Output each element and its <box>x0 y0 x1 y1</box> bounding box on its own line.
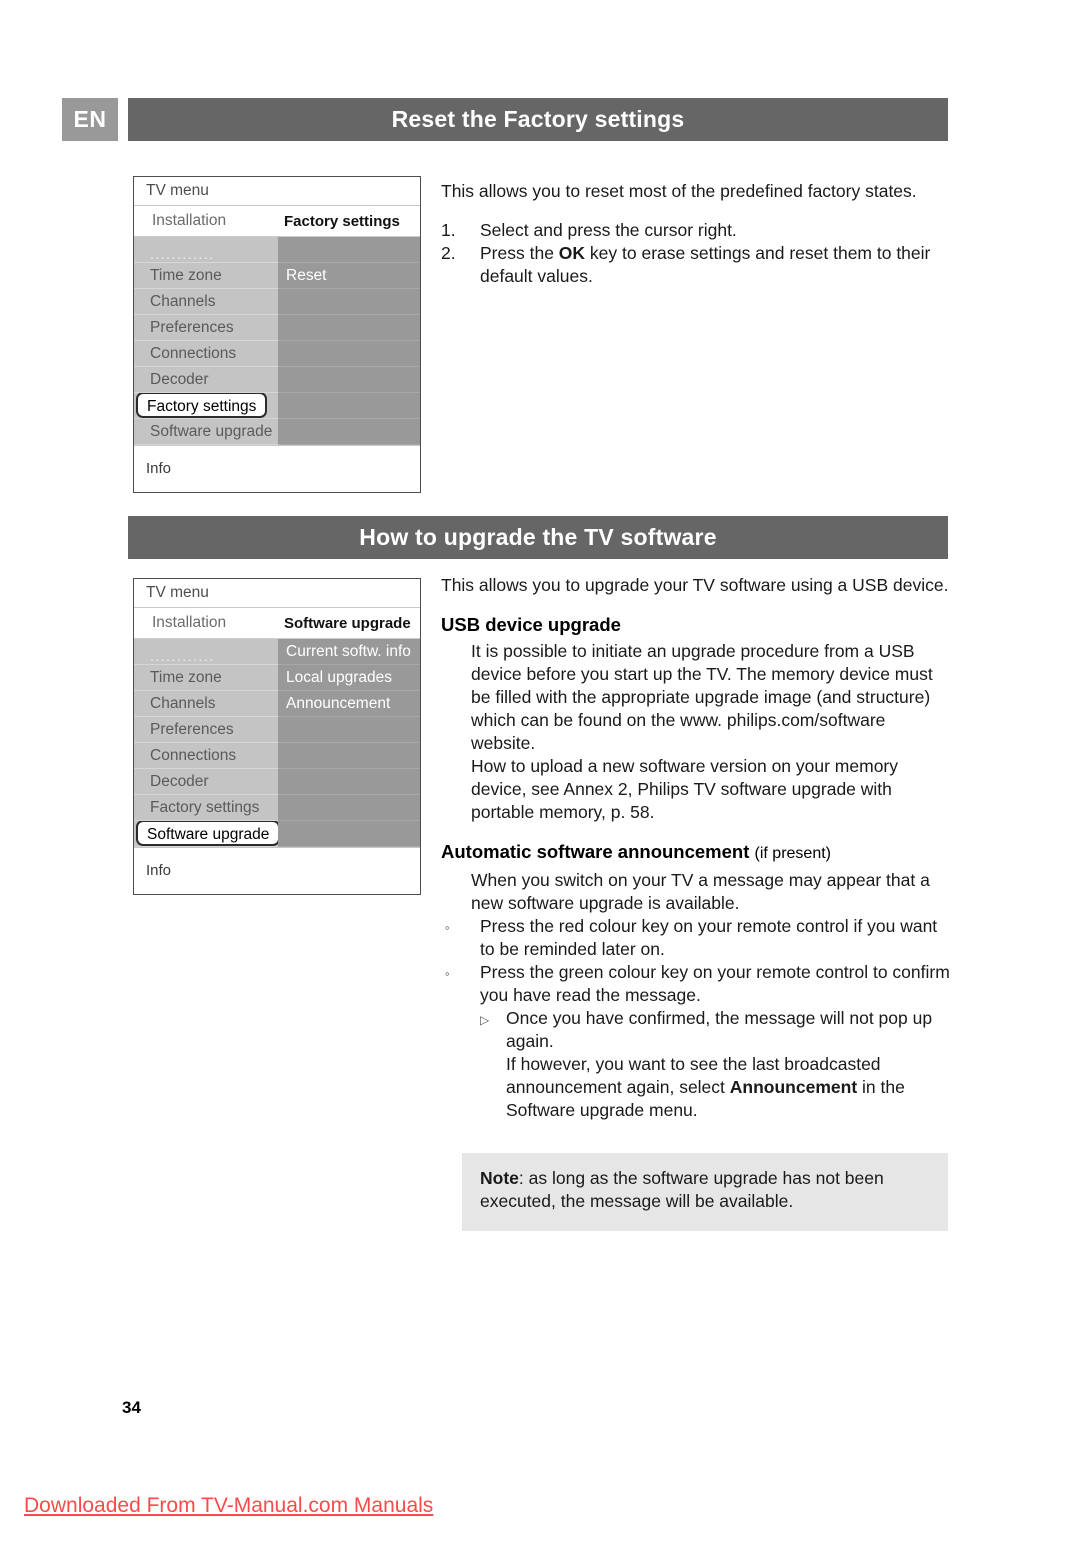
submenu-item-4 <box>278 341 420 367</box>
tv-menu-subheader: Installation Factory settings <box>134 206 420 237</box>
step-2-ok-key: OK <box>558 243 586 263</box>
circle-bullet-list: ◦ Press the red colour key on your remot… <box>441 915 953 1007</box>
usb-paragraph-2: How to upload a new software version on … <box>471 756 899 822</box>
tv-menu-subheader-right: Factory settings <box>284 212 400 230</box>
menu-item-software-upgrade[interactable]: Software upgrade <box>134 419 278 445</box>
menu-item-connections[interactable]: Connections <box>134 341 278 367</box>
step-2-text-before: Press the <box>480 243 559 263</box>
step-1-text: Select and press the cursor right. <box>480 220 737 240</box>
language-badge: EN <box>62 98 118 141</box>
intro-paragraph: This allows you to upgrade your TV softw… <box>441 575 949 595</box>
tv-menu-info-label: Info <box>134 445 420 492</box>
menu-item-factory-settings-label: Factory settings <box>136 393 268 418</box>
menu-item-factory-settings[interactable]: Factory settings <box>134 795 278 821</box>
menu-item-factory-settings-selected[interactable]: Factory settings <box>134 393 278 419</box>
tv-menu-right-column: Reset <box>278 237 420 445</box>
section-2-copy: This allows you to upgrade your TV softw… <box>441 574 953 1122</box>
submenu-item-local-upgrades[interactable]: Local upgrades <box>278 665 420 691</box>
sub-paragraph-bold-announcement: Announcement <box>729 1077 858 1097</box>
menu-item-software-upgrade-selected[interactable]: Software upgrade <box>134 821 278 847</box>
menu-item-channels[interactable]: Channels <box>134 289 278 315</box>
numbered-steps: 1. Select and press the cursor right. 2.… <box>441 219 951 288</box>
subheading-auto-qualifier: (if present) <box>754 845 831 862</box>
bullet-green-key-text: Press the green colour key on your remot… <box>480 962 950 1005</box>
tv-menu-right-column: Current softw. info Local upgrades Annou… <box>278 639 420 847</box>
circle-bullet-icon: ◦ <box>445 920 450 935</box>
submenu-item-6 <box>278 393 420 419</box>
menu-item-channels[interactable]: Channels <box>134 691 278 717</box>
tv-menu-title: TV menu <box>134 177 420 206</box>
step-2-number: 2. <box>441 243 456 263</box>
tv-menu-left-column: ............ Time zone Channels Preferen… <box>134 639 278 847</box>
submenu-item-4 <box>278 743 420 769</box>
sub-bullet-once-confirmed-text: Once you have confirmed, the message wil… <box>506 1008 933 1051</box>
sub-bullet-once-confirmed: ▷ Once you have confirmed, the message w… <box>441 1007 953 1053</box>
bullet-green-key: ◦ Press the green colour key on your rem… <box>441 961 953 1007</box>
tv-menu-subheader-left: Installation <box>152 212 227 229</box>
step-1: 1. Select and press the cursor right. <box>441 219 951 242</box>
section-banner-how-to-upgrade: How to upgrade the TV software <box>128 516 948 559</box>
section-1-copy: This allows you to reset most of the pre… <box>441 180 951 288</box>
submenu-item-0 <box>278 237 420 263</box>
menu-item-dots: ............ <box>134 237 278 263</box>
section-banner-reset-factory-settings: Reset the Factory settings <box>128 98 948 141</box>
subheading-auto-text: Automatic software announcement <box>441 841 750 862</box>
menu-item-connections[interactable]: Connections <box>134 743 278 769</box>
subheading-usb-device-upgrade: USB device upgrade <box>441 613 953 636</box>
submenu-item-reset[interactable]: Reset <box>278 263 420 289</box>
submenu-item-5 <box>278 769 420 795</box>
tv-menu-subheader: Installation Software upgrade <box>134 608 420 639</box>
bullet-red-key: ◦ Press the red colour key on your remot… <box>441 915 953 961</box>
tv-menu-body: ............ Time zone Channels Preferen… <box>134 639 420 847</box>
circle-bullet-icon: ◦ <box>445 966 450 981</box>
menu-item-preferences[interactable]: Preferences <box>134 717 278 743</box>
submenu-item-7 <box>278 821 420 847</box>
submenu-item-announcement[interactable]: Announcement <box>278 691 420 717</box>
footer-download-link[interactable]: Downloaded From TV-Manual.com Manuals <box>24 1494 433 1518</box>
submenu-item-current-softw-info[interactable]: Current softw. info <box>278 639 420 665</box>
sub-paragraph-announcement: If however, you want to see the last bro… <box>506 1053 953 1122</box>
tv-menu-subheader-right: Software upgrade <box>284 614 411 632</box>
usb-paragraph-1: It is possible to initiate an upgrade pr… <box>471 641 933 753</box>
submenu-item-2 <box>278 289 420 315</box>
submenu-item-5 <box>278 367 420 393</box>
note-box: Note: as long as the software upgrade ha… <box>462 1153 948 1231</box>
menu-item-decoder[interactable]: Decoder <box>134 367 278 393</box>
menu-item-time-zone[interactable]: Time zone <box>134 665 278 691</box>
submenu-item-7 <box>278 419 420 445</box>
bullet-red-key-text: Press the red colour key on your remote … <box>480 916 938 959</box>
subheading-usb-text: USB device upgrade <box>441 614 621 635</box>
triangle-bullet-icon: ▷ <box>480 1013 490 1027</box>
step-2: 2. Press the OK key to erase settings an… <box>441 242 951 288</box>
page-number: 34 <box>122 1398 141 1417</box>
tv-menu-subheader-left: Installation <box>152 614 227 631</box>
submenu-item-6 <box>278 795 420 821</box>
submenu-item-3 <box>278 315 420 341</box>
step-1-number: 1. <box>441 220 456 240</box>
menu-item-decoder[interactable]: Decoder <box>134 769 278 795</box>
menu-item-time-zone[interactable]: Time zone <box>134 263 278 289</box>
tv-menu-panel-software-upgrade: TV menu Installation Software upgrade ..… <box>133 578 421 895</box>
tv-menu-left-column: ............ Time zone Channels Preferen… <box>134 237 278 445</box>
menu-item-software-upgrade-label: Software upgrade <box>136 821 278 846</box>
subheading-automatic-software-announcement: Automatic software announcement (if pres… <box>441 840 953 865</box>
note-label: Note <box>480 1168 519 1188</box>
menu-item-preferences[interactable]: Preferences <box>134 315 278 341</box>
tv-menu-title: TV menu <box>134 579 420 608</box>
menu-item-dots: ............ <box>134 639 278 665</box>
submenu-item-3 <box>278 717 420 743</box>
auto-paragraph: When you switch on your TV a message may… <box>471 870 930 913</box>
tv-menu-body: ............ Time zone Channels Preferen… <box>134 237 420 445</box>
tv-menu-info-label: Info <box>134 847 420 894</box>
tv-menu-panel-factory-settings: TV menu Installation Factory settings ..… <box>133 176 421 493</box>
note-text: : as long as the software upgrade has no… <box>480 1168 884 1211</box>
triangle-bullet-list: ▷ Once you have confirmed, the message w… <box>441 1007 953 1053</box>
intro-paragraph: This allows you to reset most of the pre… <box>441 181 917 201</box>
